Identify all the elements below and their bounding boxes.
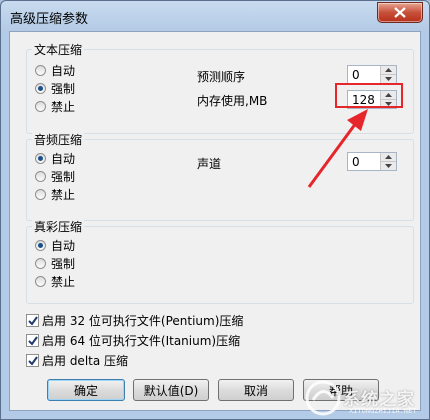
channel-label: 声道 (197, 157, 222, 171)
ok-button[interactable]: 确定 (47, 379, 125, 401)
radio-button[interactable] (35, 239, 46, 251)
spinner-value[interactable]: 0 (352, 155, 360, 169)
audio-radio-auto[interactable]: 自动 (35, 150, 75, 166)
default-values-button[interactable]: 默认值(D) (133, 379, 209, 401)
arrow-up-icon (385, 155, 392, 159)
spin-up-button[interactable] (381, 153, 396, 162)
checkbox-label: 启用 64 位可执行文件(Itanium)压缩 (42, 333, 241, 348)
radio-button[interactable] (35, 152, 46, 164)
window-title: 高级压缩参数 (10, 12, 89, 27)
arrow-down-icon (385, 164, 392, 168)
radio-button[interactable] (35, 100, 46, 112)
arrow-up-icon (385, 68, 392, 72)
text-radio-auto[interactable]: 自动 (35, 62, 75, 78)
radio-label: 强制 (51, 256, 76, 271)
radio-button[interactable] (35, 170, 46, 182)
radio-button[interactable] (35, 188, 46, 200)
checkbox-label: 启用 delta 压缩 (42, 353, 129, 368)
checkbox-pentium[interactable]: 启用 32 位可执行文件(Pentium)压缩 (26, 312, 243, 328)
checkbox-itanium[interactable]: 启用 64 位可执行文件(Itanium)压缩 (26, 332, 240, 348)
radio-button[interactable] (35, 257, 46, 269)
checkbox[interactable] (26, 353, 39, 367)
truecolor-radio-force[interactable]: 强制 (35, 255, 75, 271)
radio-button[interactable] (35, 275, 46, 287)
predict-order-spinner[interactable]: 0 (347, 65, 397, 84)
truecolor-radio-auto[interactable]: 自动 (35, 237, 75, 253)
text-radio-force[interactable]: 强制 (35, 80, 75, 96)
group-title: 文本压缩 (32, 41, 85, 58)
checkbox[interactable] (26, 333, 39, 347)
cancel-button[interactable]: 取消 (218, 379, 294, 401)
radio-label: 禁止 (51, 187, 76, 202)
radio-label: 禁止 (51, 274, 76, 289)
audio-radio-force[interactable]: 强制 (35, 168, 75, 184)
radio-label: 强制 (51, 169, 76, 184)
radio-label: 自动 (51, 238, 76, 253)
radio-label: 禁止 (51, 99, 76, 114)
checkbox[interactable] (26, 313, 39, 327)
radio-button[interactable] (35, 64, 46, 76)
radio-label: 自动 (51, 63, 76, 78)
arrow-down-icon (385, 77, 392, 81)
audio-compression-group: 音频压缩 自动 强制 禁止 声道 0 (26, 131, 414, 221)
checkmark-icon (28, 335, 38, 346)
channel-spinner[interactable]: 0 (347, 152, 397, 171)
title-bar[interactable]: 高级压缩参数 (1, 1, 429, 31)
predict-order-label: 预测顺序 (197, 70, 246, 84)
checkbox-label: 启用 32 位可执行文件(Pentium)压缩 (42, 313, 244, 328)
checkmark-icon (28, 315, 38, 326)
checkmark-icon (28, 355, 38, 366)
highlight-box (335, 83, 403, 108)
truecolor-radio-disable[interactable]: 禁止 (35, 273, 75, 289)
close-button[interactable] (377, 2, 423, 23)
checkbox-delta[interactable]: 启用 delta 压缩 (26, 352, 128, 368)
text-radio-disable[interactable]: 禁止 (35, 98, 75, 114)
help-button[interactable]: 帮助 (303, 379, 379, 401)
group-title: 音频压缩 (32, 131, 85, 148)
close-icon (394, 7, 406, 18)
dialog-window: 高级压缩参数 文本压缩 自动 强制 禁止 预测顺序 0 内存使用,MB 128 … (0, 0, 430, 420)
spinner-value[interactable]: 0 (352, 68, 360, 82)
memory-usage-label: 内存使用,MB (197, 94, 268, 108)
radio-button[interactable] (35, 82, 46, 94)
group-title: 真彩压缩 (32, 218, 85, 235)
spin-down-button[interactable] (381, 162, 396, 170)
truecolor-compression-group: 真彩压缩 自动 强制 禁止 (26, 218, 414, 304)
audio-radio-disable[interactable]: 禁止 (35, 186, 75, 202)
radio-label: 自动 (51, 151, 76, 166)
radio-label: 强制 (51, 81, 76, 96)
spin-up-button[interactable] (381, 66, 396, 75)
spin-down-button[interactable] (381, 75, 396, 83)
